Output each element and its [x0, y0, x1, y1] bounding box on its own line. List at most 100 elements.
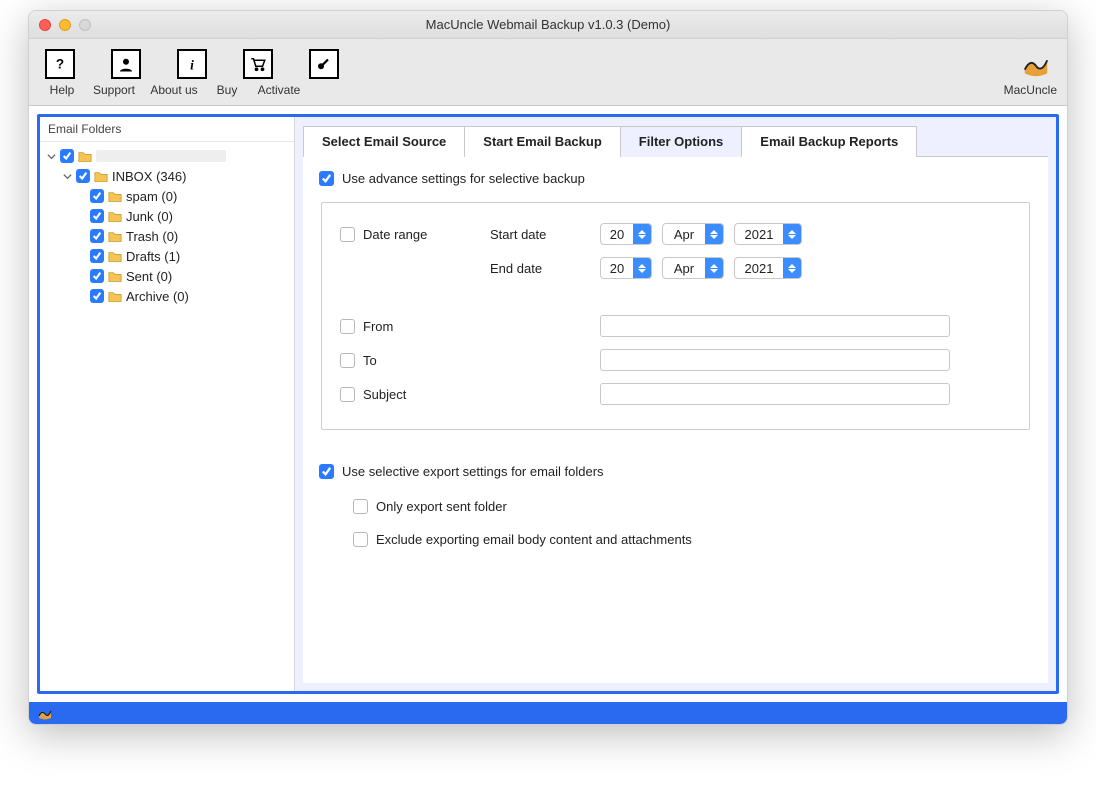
subject-label: Subject	[363, 387, 406, 402]
only-sent-label: Only export sent folder	[376, 499, 507, 514]
subject-input[interactable]	[600, 383, 950, 405]
cart-icon	[243, 49, 273, 79]
tree-item-label: INBOX (346)	[112, 169, 186, 184]
folder-icon	[108, 290, 122, 302]
tree-root-row[interactable]	[46, 146, 288, 166]
window-title: MacUncle Webmail Backup v1.0.3 (Demo)	[29, 17, 1067, 32]
tab-start-backup[interactable]: Start Email Backup	[465, 126, 621, 157]
from-label: From	[363, 319, 393, 334]
advance-settings-checkbox[interactable]	[319, 171, 334, 186]
start-day-select[interactable]: 20	[600, 223, 652, 245]
folder-icon	[108, 230, 122, 242]
tab-select-source[interactable]: Select Email Source	[303, 126, 465, 157]
to-checkbox[interactable]	[340, 353, 355, 368]
main-frame: Email Folders	[37, 114, 1059, 694]
tree-item-label: spam (0)	[126, 189, 177, 204]
exclude-body-checkbox[interactable]	[353, 532, 368, 547]
chevron-down-icon[interactable]	[62, 171, 72, 181]
help-button[interactable]: ?	[39, 49, 81, 79]
tree-item[interactable]: Junk (0)	[46, 206, 288, 226]
date-range-label: Date range	[363, 227, 427, 242]
end-day-select[interactable]: 20	[600, 257, 652, 279]
activate-button[interactable]	[303, 49, 345, 79]
stepper-icon	[633, 258, 651, 278]
tree-item-label: Junk (0)	[126, 209, 173, 224]
tree-item[interactable]: Sent (0)	[46, 266, 288, 286]
support-label: Support	[85, 83, 143, 97]
buy-button[interactable]	[237, 49, 279, 79]
tab-backup-reports[interactable]: Email Backup Reports	[742, 126, 917, 157]
folder-icon	[108, 210, 122, 222]
status-bar	[29, 702, 1067, 724]
from-input[interactable]	[600, 315, 950, 337]
selective-export-row: Use selective export settings for email …	[319, 464, 1032, 479]
folder-icon	[78, 150, 92, 162]
checkbox-icon[interactable]	[90, 269, 104, 283]
about-button[interactable]: i	[171, 49, 213, 79]
tree-item[interactable]: Archive (0)	[46, 286, 288, 306]
only-sent-checkbox[interactable]	[353, 499, 368, 514]
chevron-down-icon[interactable]	[46, 151, 56, 161]
sidebar-title: Email Folders	[40, 117, 294, 142]
end-date-selects: 20 Apr 2021	[600, 257, 1011, 279]
tree-item[interactable]: Trash (0)	[46, 226, 288, 246]
selective-export-checkbox[interactable]	[319, 464, 334, 479]
checkbox-icon[interactable]	[90, 249, 104, 263]
account-name	[96, 150, 226, 162]
checkbox-icon[interactable]	[90, 289, 104, 303]
checkbox-icon[interactable]	[90, 229, 104, 243]
folder-icon	[94, 170, 108, 182]
support-button[interactable]	[105, 49, 147, 79]
to-label: To	[363, 353, 377, 368]
end-year-select[interactable]: 2021	[734, 257, 802, 279]
only-sent-row: Only export sent folder	[319, 499, 1032, 514]
end-month-select[interactable]: Apr	[662, 257, 724, 279]
tree-inbox-row[interactable]: INBOX (346)	[46, 166, 288, 186]
content: Email Folders	[29, 106, 1067, 702]
filter-tab-body: Use advance settings for selective backu…	[303, 156, 1048, 683]
svg-text:i: i	[190, 57, 194, 72]
sidebar: Email Folders	[40, 117, 295, 691]
tree-item-label: Trash (0)	[126, 229, 178, 244]
svg-text:?: ?	[56, 57, 64, 72]
support-icon	[111, 49, 141, 79]
end-date-label: End date	[490, 261, 600, 276]
activate-label: Activate	[249, 83, 309, 97]
tabs: Select Email Source Start Email Backup F…	[295, 117, 1056, 156]
help-label: Help	[39, 83, 85, 97]
start-date-label: Start date	[490, 227, 600, 242]
question-icon: ?	[45, 49, 75, 79]
titlebar: MacUncle Webmail Backup v1.0.3 (Demo)	[29, 11, 1067, 39]
main-panel: Select Email Source Start Email Backup F…	[295, 117, 1056, 691]
exclude-body-row: Exclude exporting email body content and…	[319, 532, 1032, 547]
filter-panel: Date range Start date 20 Apr 2021 End da…	[321, 202, 1030, 430]
start-year-select[interactable]: 2021	[734, 223, 802, 245]
to-input[interactable]	[600, 349, 950, 371]
stepper-icon	[633, 224, 651, 244]
checkbox-icon[interactable]	[76, 169, 90, 183]
tree-item-label: Sent (0)	[126, 269, 172, 284]
stepper-icon	[705, 224, 723, 244]
tree-item[interactable]: spam (0)	[46, 186, 288, 206]
selective-export-label: Use selective export settings for email …	[342, 464, 604, 479]
checkbox-icon[interactable]	[90, 189, 104, 203]
from-checkbox[interactable]	[340, 319, 355, 334]
tab-filter-options[interactable]: Filter Options	[621, 126, 743, 157]
stepper-icon	[783, 224, 801, 244]
tree-item[interactable]: Drafts (1)	[46, 246, 288, 266]
tree-item-label: Archive (0)	[126, 289, 189, 304]
toolbar-labels: Help Support About us Buy Activate MacUn…	[29, 83, 1067, 106]
start-month-select[interactable]: Apr	[662, 223, 724, 245]
app-window: MacUncle Webmail Backup v1.0.3 (Demo) ? …	[28, 10, 1068, 725]
folder-icon	[108, 270, 122, 282]
start-date-selects: 20 Apr 2021	[600, 223, 1011, 245]
checkbox-icon[interactable]	[60, 149, 74, 163]
brand-icon	[1021, 49, 1051, 79]
checkbox-icon[interactable]	[90, 209, 104, 223]
stepper-icon	[705, 258, 723, 278]
advance-settings-label: Use advance settings for selective backu…	[342, 171, 585, 186]
brand-area	[1021, 49, 1057, 79]
subject-checkbox[interactable]	[340, 387, 355, 402]
date-range-checkbox[interactable]	[340, 227, 355, 242]
brand-label: MacUncle	[1004, 83, 1057, 97]
